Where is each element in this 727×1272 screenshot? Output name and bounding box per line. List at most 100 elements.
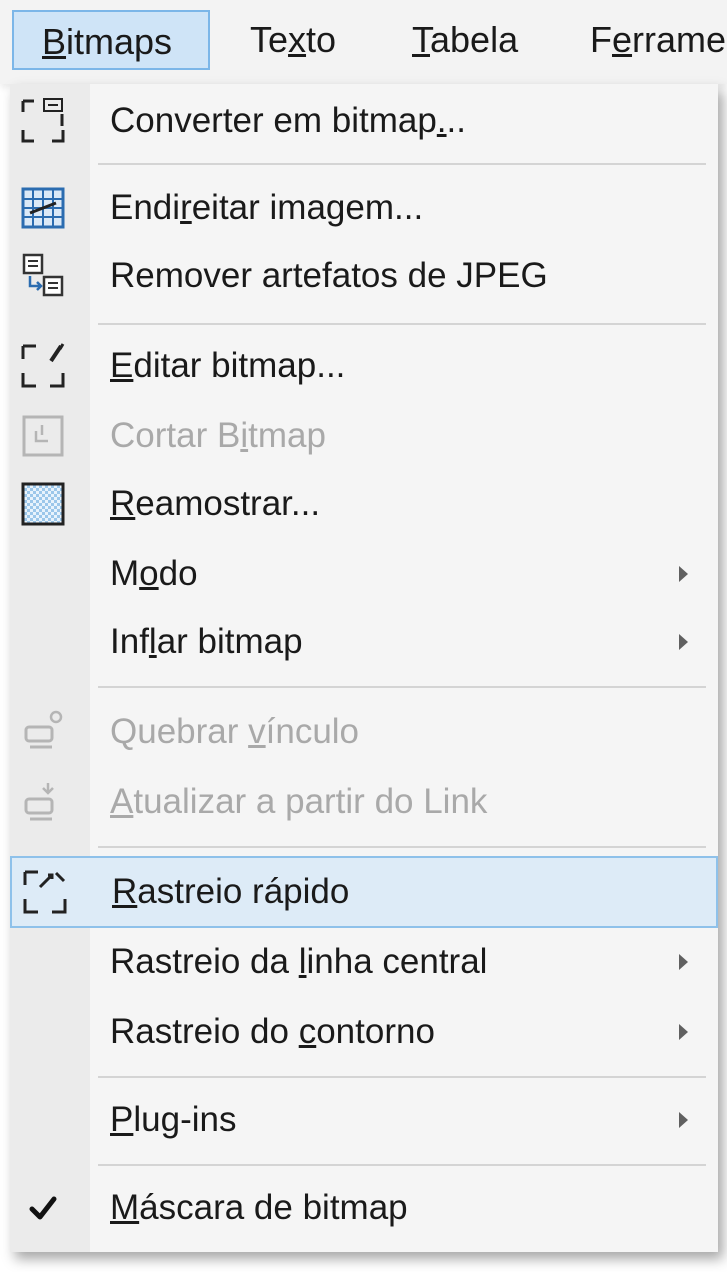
label-pre: M: [110, 554, 140, 593]
menu-ferramentas[interactable]: Ferrame: [590, 10, 727, 70]
label-mnemonic: R: [110, 484, 136, 523]
menu-item-label: Rastreio do contorno: [110, 998, 435, 1066]
label-post: ontorno: [316, 1012, 435, 1051]
menu-item-rastreio-linha-central[interactable]: Rastreio da linha central: [10, 928, 718, 996]
label-mnemonic: .: [436, 101, 447, 140]
menu-item-cortar-bitmap: Cortar Bitmap: [10, 402, 718, 470]
label-pre: Inf: [110, 622, 149, 661]
menu-texto-label-post: to: [306, 19, 337, 60]
label-post: lug-ins: [133, 1100, 237, 1139]
menu-item-label: Máscara de bitmap: [110, 1174, 408, 1242]
checkmark-icon: [18, 1183, 68, 1233]
label-post: eitar imagem...: [191, 188, 424, 227]
separator: [98, 163, 706, 165]
menu-item-label: Rastreio rápido: [112, 858, 349, 926]
menu-item-label: Plug-ins: [110, 1086, 236, 1154]
menu-ferramentas-label-post: rrame: [632, 19, 727, 60]
label-mnemonic: c: [298, 1012, 317, 1051]
menu-tabela-mnemonic: T: [412, 19, 430, 60]
menu-item-editar-bitmap[interactable]: Editar bitmap...: [10, 332, 718, 400]
label-pre: Endi: [110, 188, 181, 227]
label-post: inha central: [306, 942, 488, 981]
menu-item-reamostrar[interactable]: Reamostrar...: [10, 470, 718, 538]
update-from-link-icon: [18, 777, 68, 827]
menu-bar: Bitmaps Texto Tabela Ferrame: [0, 0, 727, 84]
break-link-icon: [18, 707, 68, 757]
straighten-image-icon: [18, 183, 68, 233]
menu-item-label: Atualizar a partir do Link: [110, 768, 487, 836]
menu-item-label: Inflar bitmap: [110, 608, 303, 676]
label-mnemonic: A: [110, 782, 134, 821]
menu-item-label: Endireitar imagem...: [110, 174, 423, 242]
label-post: tualizar a partir do Link: [133, 782, 488, 821]
menu-item-label: Reamostrar...: [110, 470, 320, 538]
menu-tabela[interactable]: Tabela: [412, 10, 518, 70]
label-pre: Rastreio da: [110, 942, 299, 981]
menu-item-rastreio-rapido[interactable]: Rastreio rápido: [10, 856, 718, 928]
label-post: áscara de bitmap: [139, 1188, 408, 1227]
menu-ferramentas-label-pre: F: [590, 19, 612, 60]
menu-texto-label-pre: Te: [250, 19, 289, 60]
submenu-arrow-icon: [679, 1024, 688, 1040]
label-mnemonic: v: [248, 712, 266, 751]
menu-tabela-label-post: abela: [430, 19, 519, 60]
label-mnemonic: r: [180, 188, 192, 227]
label-post: ínculo: [265, 712, 360, 751]
submenu-arrow-icon: [679, 954, 688, 970]
label-pre: Rastreio do: [110, 1012, 299, 1051]
remove-jpeg-artifacts-icon: [18, 251, 68, 301]
menu-item-modo[interactable]: Modo: [10, 540, 718, 608]
menu-item-label: Modo: [110, 540, 198, 608]
submenu-arrow-icon: [679, 634, 688, 650]
menu-item-atualizar-link: Atualizar a partir do Link: [10, 768, 718, 836]
menu-item-label: Quebrar vínculo: [110, 698, 359, 766]
resample-icon: [18, 479, 68, 529]
separator: [98, 1076, 706, 1078]
menu-item-label: Remover artefatos de JPEG: [110, 242, 548, 310]
menu-item-label: Cortar Bitmap: [110, 402, 326, 470]
label-post: eamostrar...: [135, 484, 321, 523]
label-pre: Remover artefatos de JPEG: [110, 256, 548, 295]
label-post: tmap: [248, 416, 326, 455]
separator: [98, 846, 706, 848]
label-mnemonic: l: [298, 942, 307, 981]
separator: [98, 323, 706, 325]
submenu-arrow-icon: [679, 1112, 688, 1128]
menu-item-inflar-bitmap[interactable]: Inflar bitmap: [10, 608, 718, 676]
edit-bitmap-icon: [18, 341, 68, 391]
menu-item-label: Converter em bitmap...: [110, 84, 466, 158]
label-mnemonic: i: [240, 416, 249, 455]
label-post: do: [158, 554, 198, 593]
label-post: ar bitmap: [156, 622, 303, 661]
label-mnemonic: l: [148, 622, 157, 661]
menu-bitmaps[interactable]: Bitmaps: [12, 10, 210, 70]
separator: [98, 686, 706, 688]
menu-texto[interactable]: Texto: [250, 10, 336, 70]
label-pre: Converter em bitmap: [110, 101, 437, 140]
label-post: astreio rápido: [137, 872, 350, 911]
quick-trace-icon: [20, 867, 70, 917]
menu-item-plug-ins[interactable]: Plug-ins: [10, 1086, 718, 1154]
menu-bitmaps-mnemonic: B: [42, 21, 67, 62]
menu-item-label: Editar bitmap...: [110, 332, 345, 400]
menu-item-mascara-bitmap[interactable]: Máscara de bitmap: [10, 1174, 718, 1242]
label-mnemonic: o: [139, 554, 159, 593]
menu-item-rastreio-contorno[interactable]: Rastreio do contorno: [10, 998, 718, 1066]
label-mnemonic: M: [110, 1188, 140, 1227]
menu-item-converter-bitmap[interactable]: Converter em bitmap...: [10, 84, 718, 158]
label-mnemonic: P: [110, 1100, 134, 1139]
menu-item-endireitar-imagem[interactable]: Endireitar imagem...: [10, 174, 718, 242]
label-mnemonic: E: [110, 346, 134, 385]
menu-ferramentas-mnemonic: e: [612, 19, 633, 60]
label-post: ..: [446, 101, 466, 140]
separator: [98, 1164, 706, 1166]
menu-item-remover-artefatos-jpeg[interactable]: Remover artefatos de JPEG: [10, 242, 718, 310]
menu-item-quebrar-vinculo: Quebrar vínculo: [10, 698, 718, 766]
submenu-arrow-icon: [679, 566, 688, 582]
convert-to-bitmap-icon: [18, 96, 68, 146]
label-pre: Cortar B: [110, 416, 241, 455]
crop-bitmap-icon: [18, 411, 68, 461]
label-post: ditar bitmap...: [133, 346, 346, 385]
menu-bitmaps-label-post: itmaps: [66, 21, 173, 62]
label-mnemonic: R: [112, 872, 138, 911]
